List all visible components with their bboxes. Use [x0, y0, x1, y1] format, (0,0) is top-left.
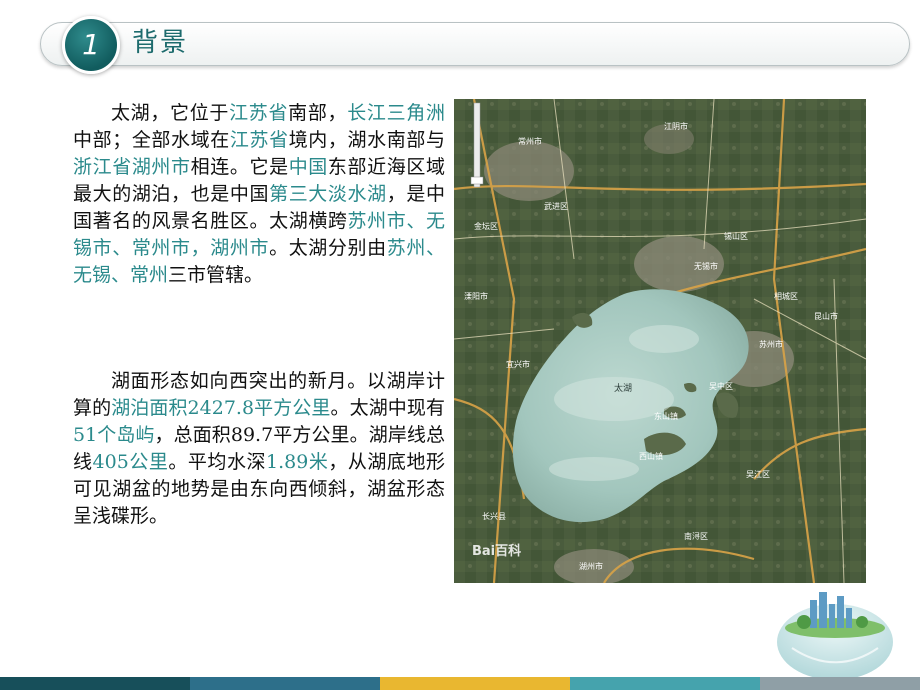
paragraph-intro: 太湖，它位于江苏省南部，长江三角洲中部；全部水域在江苏省境内，湖水南部与浙江省湖… [73, 100, 445, 289]
map-label: 江阴市 [664, 121, 688, 131]
highlighted-text: 51个岛屿 [73, 424, 155, 446]
body-text: 境内，湖水南部与 [288, 129, 445, 151]
highlighted-text: 湖泊面积2427.8平方公里 [111, 397, 331, 419]
map-label: 锡山区 [724, 231, 748, 241]
highlighted-text: 1.89米 [266, 451, 329, 473]
body-text: 。太湖分别由 [269, 237, 387, 259]
strip-segment [190, 677, 380, 690]
page-title: 背景 [132, 28, 189, 58]
strip-segment [570, 677, 760, 690]
body-text: 三市管辖。 [168, 264, 264, 286]
map-label: 溧阳市 [464, 291, 488, 301]
strip-segment [0, 677, 190, 690]
map-label: 宜兴市 [506, 359, 530, 369]
map-label: 昆山市 [814, 311, 838, 321]
map-label: 苏州市 [759, 339, 783, 349]
strip-segment [380, 677, 570, 690]
map-label: 东山镇 [654, 411, 678, 421]
body-text: 中部；全部水域在 [73, 129, 230, 151]
highlighted-text: 浙江省湖州市 [73, 156, 191, 178]
map-label: 相城区 [774, 291, 798, 301]
paragraph-shape: 湖面形态如向西突出的新月。以湖岸计算的湖泊面积2427.8平方公里。太湖中现有5… [73, 368, 445, 530]
body-text: 。平均水深 [168, 451, 266, 473]
highlighted-text: 第三大淡水湖 [269, 183, 387, 205]
body-text: 。太湖中现有 [330, 397, 445, 419]
body-text: 太湖，它位于 [111, 102, 230, 124]
map-label: 南浔区 [684, 531, 708, 541]
map-label: 金坛区 [474, 221, 498, 231]
map-label: 无锡市 [694, 261, 718, 271]
map-label: 西山镇 [639, 451, 663, 461]
map-label: 武进区 [544, 201, 568, 211]
map-label: 吴江区 [746, 470, 770, 479]
highlighted-text: 405公里 [92, 451, 169, 473]
highlighted-text: 江苏省 [229, 129, 289, 151]
body-text: 相连。它是 [190, 156, 289, 178]
city-globe-decoration [772, 578, 898, 682]
map-label: 长兴县 [482, 511, 506, 521]
map-label: 湖州市 [579, 561, 603, 571]
highlighted-text: 中国 [288, 156, 328, 178]
baidu-watermark: Bai百科 [472, 543, 521, 559]
map-label: 吴中区 [709, 381, 733, 391]
lake-label: 太湖 [614, 382, 632, 394]
section-number-badge: 1 [62, 16, 120, 74]
map-image: 常州市 无锡市 苏州市 湖州市 宜兴市 吴江区 长兴县 武进区 江阴市 昆山市 … [454, 99, 866, 583]
highlighted-text: 长江三角洲 [347, 102, 445, 124]
body-text: 南部， [288, 102, 348, 124]
map-label: 常州市 [518, 136, 542, 146]
highlighted-text: 江苏省 [229, 102, 289, 124]
taihu-satellite-map: 常州市 无锡市 苏州市 湖州市 宜兴市 吴江区 长兴县 武进区 江阴市 昆山市 … [454, 99, 866, 583]
strip-segment [760, 677, 920, 690]
bottom-color-strip [0, 677, 920, 690]
